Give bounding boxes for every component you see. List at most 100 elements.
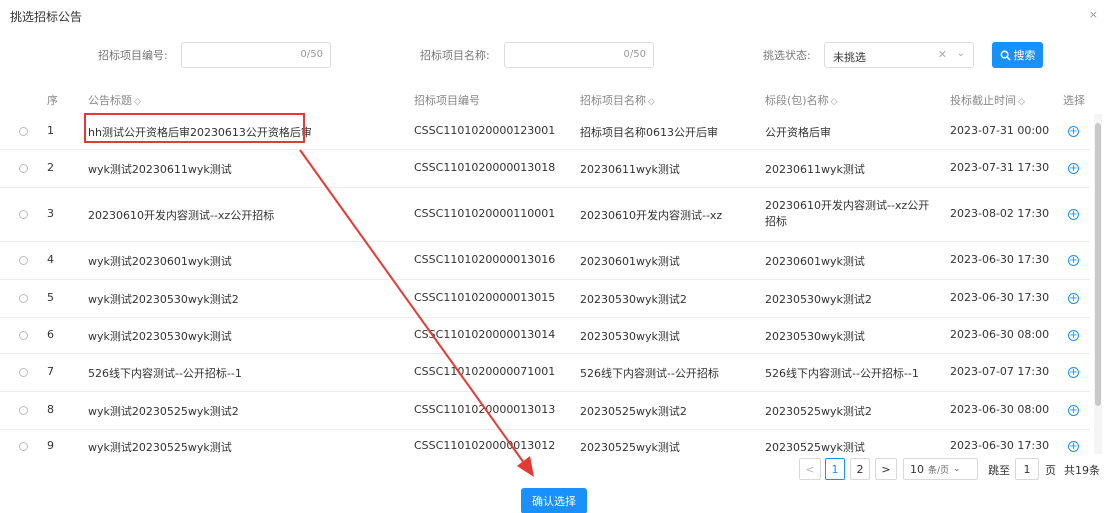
project-name-input[interactable]: 0/50 [504, 42, 654, 68]
row-deadline: 2023-08-02 17:30 [950, 207, 1050, 220]
total-count: 共19条 [1064, 464, 1100, 477]
row-radio[interactable] [19, 406, 28, 415]
add-icon[interactable]: + [1068, 163, 1079, 174]
col-project-name-label: 招标项目名称 [580, 94, 646, 107]
row-project-name: 20230530wyk测试2 [580, 293, 687, 306]
row-radio[interactable] [19, 127, 28, 136]
close-icon[interactable]: × [1089, 8, 1098, 21]
row-deadline: 2023-06-30 08:00 [950, 328, 1050, 341]
add-icon[interactable]: + [1068, 405, 1079, 416]
page-unit-label: 页 [1045, 464, 1056, 477]
row-index: 4 [47, 253, 54, 266]
project-no-counter: 0/50 [300, 49, 323, 60]
row-index: 7 [47, 365, 54, 378]
jump-input[interactable]: 1 [1015, 458, 1039, 480]
sort-icon: ◇ [1018, 97, 1025, 107]
page-2-button[interactable]: 2 [850, 458, 870, 480]
table-row[interactable]: 3 20230610开发内容测试--xz公开招标 CSSC11010200001… [0, 188, 1090, 242]
prev-page-button[interactable]: < [799, 458, 821, 480]
page-size-value: 10 [910, 462, 924, 476]
col-project-name[interactable]: 招标项目名称 ◇ [580, 92, 655, 108]
row-project-name: 20230610开发内容测试--xz [580, 209, 723, 222]
table-row[interactable]: 9 wyk测试20230525wyk测试 CSSC110102000001301… [0, 430, 1090, 454]
row-lot-name: 公开资格后审 [765, 126, 831, 139]
add-icon[interactable]: + [1068, 367, 1079, 378]
clear-icon[interactable]: ✕ [938, 48, 947, 61]
jump-label: 跳至 [988, 464, 1010, 477]
row-deadline: 2023-07-07 17:30 [950, 365, 1050, 378]
row-radio[interactable] [19, 442, 28, 451]
row-lot-name: 526线下内容测试--公开招标--1 [765, 367, 919, 380]
row-project-no: CSSC1101020000013016 [414, 253, 556, 266]
sort-icon: ◇ [134, 97, 141, 107]
row-project-no: CSSC1101020000123001 [414, 124, 556, 137]
row-index: 1 [47, 124, 54, 137]
row-project-name: 20230525wyk测试2 [580, 405, 687, 418]
col-title-label: 公告标题 [88, 94, 132, 107]
dialog-header: 挑选招标公告 × [0, 0, 1106, 32]
search-icon [1000, 50, 1010, 60]
row-index: 8 [47, 403, 54, 416]
chevron-down-icon: ⌄ [953, 464, 961, 474]
row-project-name: 20230530wyk测试 [580, 330, 680, 343]
col-deadline[interactable]: 投标截止时间 ◇ [950, 92, 1025, 108]
row-title: wyk测试20230525wyk测试2 [88, 405, 239, 418]
pagination: < 1 2 > 10 条/页 ⌄ 跳至 1 页 共19条 [0, 458, 1106, 480]
sort-icon: ◇ [830, 97, 838, 107]
row-lot-name: 20230530wyk测试2 [765, 293, 872, 306]
row-project-no: CSSC1101020000013018 [414, 161, 556, 174]
row-project-name: 20230601wyk测试 [580, 255, 680, 268]
row-radio[interactable] [19, 256, 28, 265]
row-radio[interactable] [19, 331, 28, 340]
page-size-select[interactable]: 10 条/页 ⌄ [903, 458, 978, 480]
project-name-label: 招标项目名称: [420, 49, 490, 62]
table-row[interactable]: 6 wyk测试20230530wyk测试 CSSC110102000001301… [0, 318, 1090, 354]
add-icon[interactable]: + [1068, 293, 1079, 304]
add-icon[interactable]: + [1068, 330, 1079, 341]
confirm-select-button[interactable]: 确认选择 [521, 488, 587, 513]
row-deadline: 2023-06-30 17:30 [950, 291, 1050, 304]
table-row[interactable]: 8 wyk测试20230525wyk测试2 CSSC11010200000130… [0, 392, 1090, 430]
col-project-no: 招标项目编号 [414, 94, 480, 107]
row-deadline: 2023-07-31 00:00 [950, 124, 1050, 137]
row-deadline: 2023-06-30 08:00 [950, 403, 1050, 416]
page-size-unit: 条/页 [928, 465, 950, 476]
col-deadline-label: 投标截止时间 [950, 94, 1016, 107]
project-no-input[interactable]: 0/50 [181, 42, 331, 68]
row-project-no: CSSC1101020000013014 [414, 328, 556, 341]
add-icon[interactable]: + [1068, 255, 1079, 266]
row-project-name: 526线下内容测试--公开招标 [580, 367, 719, 380]
row-title: wyk测试20230611wyk测试 [88, 163, 232, 176]
table-row[interactable]: 4 wyk测试20230601wyk测试 CSSC110102000001301… [0, 242, 1090, 280]
row-title: hh测试公开资格后审20230613公开资格后审 [88, 126, 312, 139]
dialog-title: 挑选招标公告 [10, 10, 83, 24]
col-lot-name[interactable]: 标段(包)名称 ◇ [765, 92, 838, 108]
next-page-button[interactable]: > [875, 458, 897, 480]
table-row[interactable]: 7 526线下内容测试--公开招标--1 CSSC110102000007100… [0, 354, 1090, 392]
table-row[interactable]: 2 wyk测试20230611wyk测试 CSSC110102000001301… [0, 150, 1090, 188]
add-icon[interactable]: + [1068, 126, 1079, 137]
row-title: 20230610开发内容测试--xz公开招标 [88, 209, 275, 222]
col-lot-name-label: 标段(包)名称 [765, 94, 829, 107]
row-radio[interactable] [19, 368, 28, 377]
table-row[interactable]: 5 wyk测试20230530wyk测试2 CSSC11010200000130… [0, 280, 1090, 318]
status-select[interactable]: 未挑选 ✕ ⌄ [824, 42, 974, 68]
row-deadline: 2023-07-31 17:30 [950, 161, 1050, 174]
row-project-name: 招标项目名称0613公开后审 [580, 126, 718, 139]
row-radio[interactable] [19, 210, 28, 219]
row-title: wyk测试20230530wyk测试2 [88, 293, 239, 306]
search-button[interactable]: 搜索 [992, 42, 1043, 68]
col-title[interactable]: 公告标题 ◇ [88, 92, 141, 108]
row-deadline: 2023-06-30 17:30 [950, 253, 1050, 266]
row-radio[interactable] [19, 294, 28, 303]
project-name-counter: 0/50 [623, 49, 646, 60]
row-project-no: CSSC1101020000013015 [414, 291, 556, 304]
add-icon[interactable]: + [1068, 441, 1079, 452]
add-icon[interactable]: + [1068, 209, 1079, 220]
row-index: 5 [47, 291, 54, 304]
scrollbar-thumb[interactable] [1095, 123, 1101, 406]
row-title: wyk测试20230530wyk测试 [88, 330, 232, 343]
row-radio[interactable] [19, 164, 28, 173]
table-row[interactable]: 1 hh测试公开资格后审20230613公开资格后审 CSSC110102000… [0, 114, 1090, 150]
page-1-button[interactable]: 1 [825, 458, 845, 480]
